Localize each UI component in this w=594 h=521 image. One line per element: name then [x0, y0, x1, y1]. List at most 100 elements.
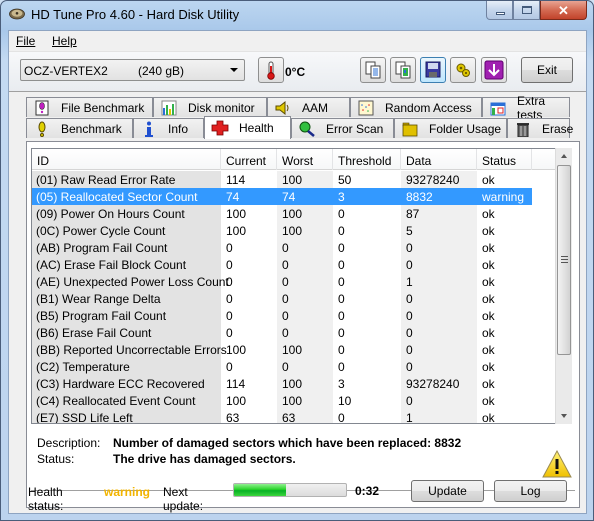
table-row[interactable]: (C2) Temperature 0 0 0 0 ok — [32, 358, 532, 375]
table-row[interactable]: (AB) Program Fail Count 0 0 0 0 ok — [32, 239, 532, 256]
tab-disk-monitor[interactable]: Disk monitor — [153, 97, 267, 117]
cell-current: 0 — [226, 292, 233, 306]
tab-erase[interactable]: Erase — [507, 118, 573, 138]
cell-worst: 63 — [282, 411, 296, 424]
cell-worst: 0 — [282, 309, 289, 323]
tab-random-access[interactable]: Random Access — [350, 97, 482, 117]
tab-info[interactable]: Info — [133, 118, 204, 138]
tab-extra-tests[interactable]: Extra tests — [482, 94, 570, 122]
column-header-worst[interactable]: Worst — [277, 149, 333, 170]
disk-monitor-icon — [161, 100, 177, 115]
table-row[interactable]: (AE) Unexpected Power Loss Count 0 0 0 1 ok — [32, 273, 532, 290]
column-header-data[interactable]: Data — [401, 149, 477, 170]
cell-data: 0 — [406, 258, 413, 272]
save-button[interactable] — [420, 57, 446, 83]
tab-folder-usage[interactable]: Folder Usage — [394, 118, 507, 138]
cell-id: (AC) Erase Fail Block Count — [36, 258, 187, 272]
cell-status: warning — [482, 190, 525, 204]
cell-status: ok — [482, 309, 495, 323]
column-header-threshold[interactable]: Threshold — [333, 149, 401, 170]
cell-id: (0C) Power Cycle Count — [36, 224, 166, 238]
benchmark-icon — [38, 121, 46, 137]
table-row[interactable]: (C4) Reallocated Event Count 100 100 10 0 ok — [32, 392, 532, 409]
title-bar[interactable]: HD Tune Pro 4.60 - Hard Disk Utility ✕ — [1, 1, 593, 29]
tab-health[interactable]: Health — [204, 116, 291, 139]
close-button[interactable]: ✕ — [540, 1, 587, 20]
cell-id: (AB) Program Fail Count — [36, 241, 168, 255]
drive-select[interactable]: OCZ-VERTEX2 (240 gB) — [20, 59, 245, 81]
tab-label: Random Access — [385, 100, 472, 115]
cell-data: 87 — [406, 207, 420, 221]
tab-error-scan[interactable]: Error Scan — [291, 118, 394, 138]
cell-threshold: 0 — [338, 411, 345, 424]
scroll-down-arrow-icon[interactable] — [556, 407, 573, 424]
cell-current: 0 — [226, 326, 233, 340]
minimize-button[interactable] — [486, 1, 513, 20]
table-row[interactable]: (0C) Power Cycle Count 100 100 0 5 ok — [32, 222, 532, 239]
cell-threshold: 0 — [338, 275, 345, 289]
cell-worst: 0 — [282, 360, 289, 374]
cell-id: (C2) Temperature — [36, 360, 130, 374]
extra-tests-icon — [490, 102, 506, 115]
table-row[interactable]: (AC) Erase Fail Block Count 0 0 0 0 ok — [32, 256, 532, 273]
tab-label: Benchmark — [61, 121, 122, 136]
cell-data: 0 — [406, 394, 413, 408]
cell-current: 63 — [226, 411, 240, 424]
table-row[interactable]: (E7) SSD Life Left 63 63 0 1 ok — [32, 409, 532, 424]
table-row[interactable]: (09) Power On Hours Count 100 100 0 87 ok — [32, 205, 532, 222]
cell-id: (BB) Reported Uncorrectable Errors — [36, 343, 227, 357]
column-header-status[interactable]: Status — [477, 149, 532, 170]
cell-id: (09) Power On Hours Count — [36, 207, 185, 221]
cell-threshold: 0 — [338, 343, 345, 357]
column-header-id[interactable]: ID — [32, 149, 221, 170]
cell-threshold: 0 — [338, 326, 345, 340]
cell-current: 0 — [226, 258, 233, 272]
menu-help[interactable]: Help — [52, 34, 77, 48]
download-button[interactable] — [481, 57, 507, 83]
table-scrollbar[interactable] — [555, 148, 572, 424]
health-cross-icon — [211, 120, 229, 136]
cell-current: 0 — [226, 309, 233, 323]
options-button[interactable] — [450, 57, 476, 83]
exit-button[interactable]: Exit — [521, 57, 573, 83]
cell-id: (AE) Unexpected Power Loss Count — [36, 275, 229, 289]
update-button[interactable]: Update — [411, 480, 484, 502]
download-icon — [484, 60, 504, 80]
cell-threshold: 50 — [338, 173, 352, 187]
copy-text-button[interactable] — [360, 57, 386, 83]
grip-icon — [561, 256, 568, 263]
cell-current: 100 — [226, 394, 247, 408]
temperature-button[interactable] — [258, 57, 284, 83]
column-header-current[interactable]: Current — [221, 149, 277, 170]
cell-status: ok — [482, 207, 495, 221]
smart-attributes-table[interactable]: ID Current Worst Threshold Data Status (… — [31, 148, 557, 424]
cell-worst: 0 — [282, 241, 289, 255]
health-status-label: Health status: — [28, 485, 64, 513]
scroll-thumb[interactable] — [557, 165, 571, 355]
copy-screenshot-icon — [395, 61, 411, 79]
table-row[interactable]: (C3) Hardware ECC Recovered 114 100 3 932782… — [32, 375, 532, 392]
cell-status: ok — [482, 241, 495, 255]
menu-file[interactable]: File — [16, 34, 35, 48]
trash-icon — [517, 122, 529, 137]
menu-help-label: Help — [52, 34, 77, 48]
menu-file-label: File — [16, 34, 36, 48]
cell-status: ok — [482, 343, 495, 357]
log-button[interactable]: Log — [494, 480, 567, 502]
table-row[interactable]: (BB) Reported Uncorrectable Errors 100 100… — [32, 341, 532, 358]
table-row[interactable]: (01) Raw Read Error Rate 114 100 50 93278240… — [32, 171, 532, 188]
menu-bar: File Help — [9, 31, 586, 51]
cell-status: ok — [482, 224, 495, 238]
tab-aam[interactable]: AAM — [267, 97, 350, 117]
scroll-up-arrow-icon[interactable] — [556, 148, 573, 165]
maximize-button[interactable] — [513, 1, 540, 20]
description-value: Number of damaged sectors which have bee… — [113, 436, 462, 450]
table-row[interactable]: (B6) Erase Fail Count 0 0 0 0 ok — [32, 324, 532, 341]
table-row[interactable]: (B5) Program Fail Count 0 0 0 0 ok — [32, 307, 532, 324]
tab-benchmark[interactable]: Benchmark — [26, 118, 133, 138]
tab-file-benchmark[interactable]: File Benchmark — [26, 97, 153, 117]
copy-screenshot-button[interactable] — [390, 57, 416, 83]
table-row[interactable]: (05) Reallocated Sector Count 74 74 3 8832 wa… — [32, 188, 532, 205]
speaker-icon — [275, 100, 289, 115]
table-row[interactable]: (B1) Wear Range Delta 0 0 0 0 ok — [32, 290, 532, 307]
